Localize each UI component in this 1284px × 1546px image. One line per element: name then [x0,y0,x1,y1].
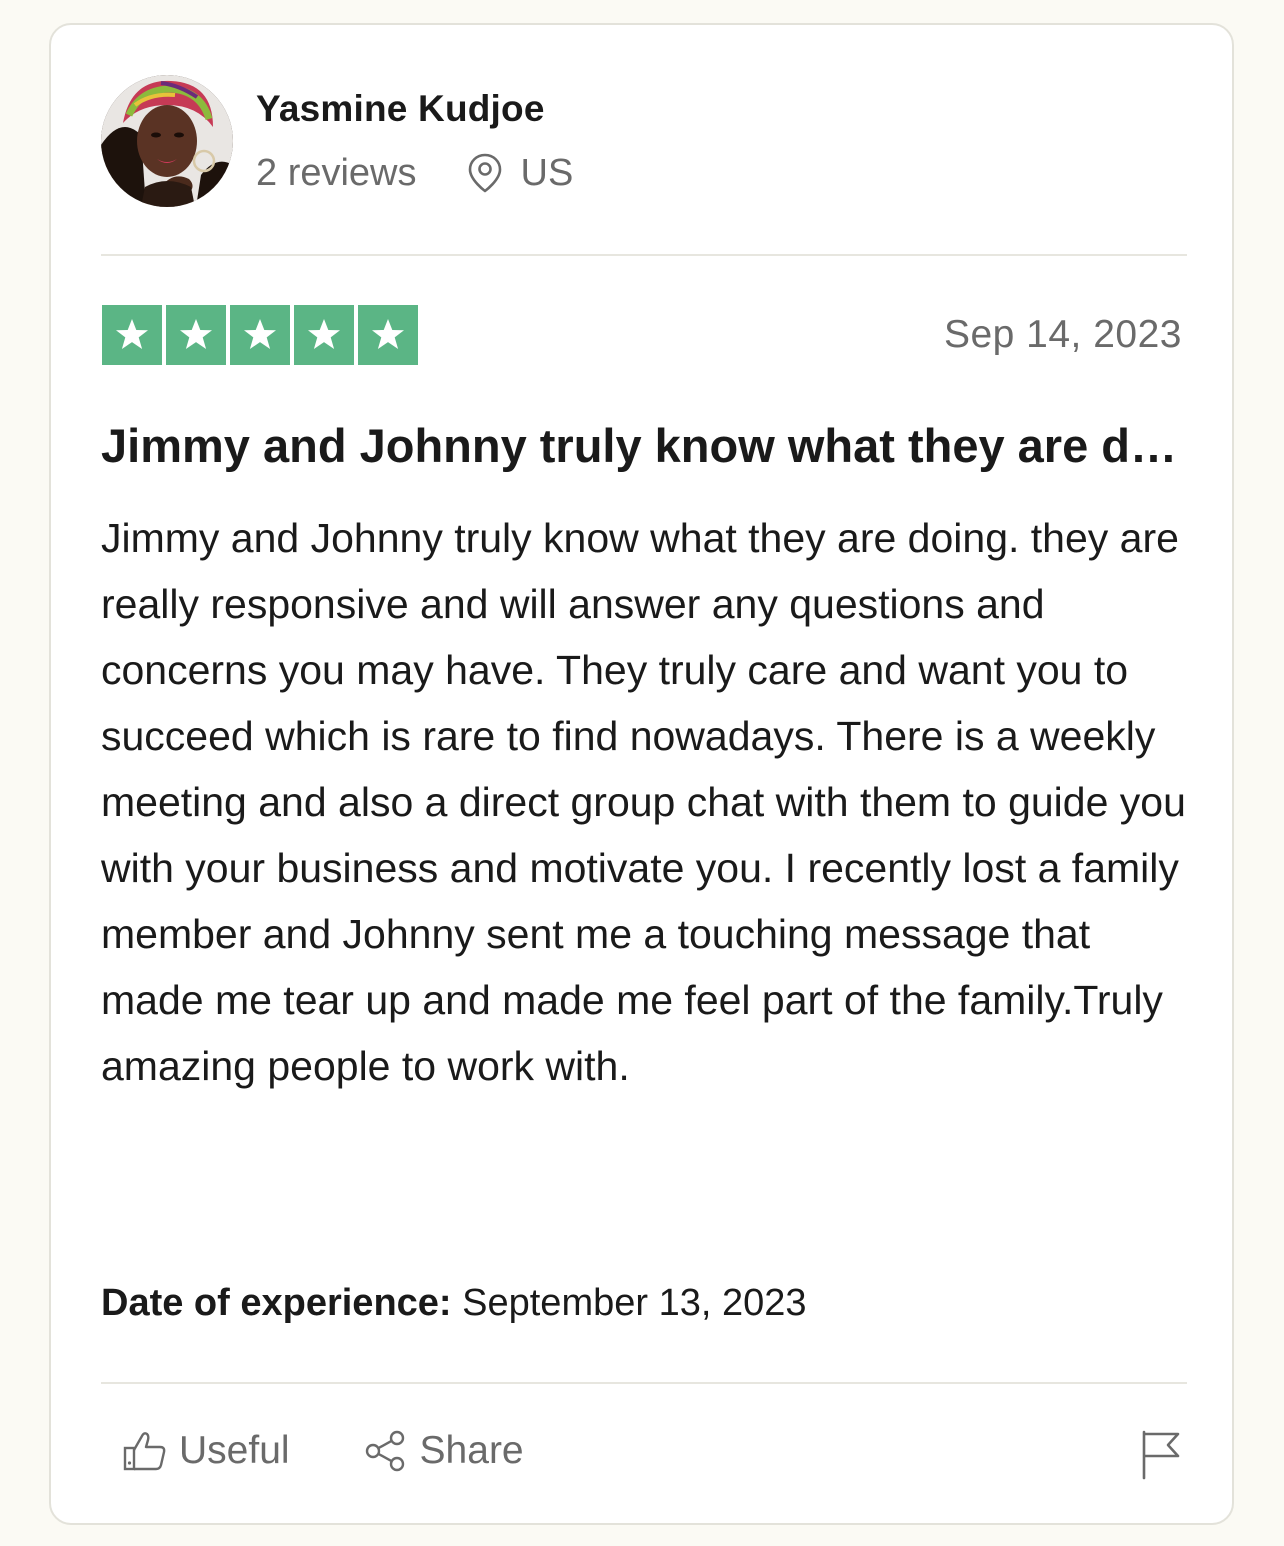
reviewer-location: US [520,152,574,194]
thumbs-up-icon [123,1430,167,1472]
review-actions: Useful Share [123,1428,524,1474]
experience-label: Date of experience: [101,1282,452,1324]
date-of-experience: Date of experience: September 13, 2023 [101,1279,807,1327]
review-body: Jimmy and Johnny truly know what they ar… [101,515,1186,1089]
share-label: Share [419,1429,524,1472]
reviewer-name[interactable]: Yasmine Kudjoe [256,87,573,131]
divider [101,254,1187,256]
location-pin-icon [467,153,503,193]
star-icon [230,305,290,365]
star-icon [294,305,354,365]
experience-date: September 13, 2023 [462,1282,807,1324]
reviewer-header: Yasmine Kudjoe 2 reviews US [101,75,573,207]
reviews-count: 2 reviews [256,152,417,194]
share-icon [364,1430,408,1472]
review-date: Sep 14, 2023 [943,313,1182,356]
useful-label: Useful [179,1429,290,1472]
star-icon [166,305,226,365]
useful-button[interactable]: Useful [123,1428,290,1474]
flag-icon[interactable] [1140,1430,1182,1485]
star-icon [358,305,418,365]
avatar[interactable] [101,75,233,207]
review-card: Yasmine Kudjoe 2 reviews US Sep 14, 2023… [49,23,1234,1525]
review-title[interactable]: Jimmy and Johnny truly know what they ar… [101,417,1191,475]
star-icon [102,305,162,365]
share-button[interactable]: Share [364,1428,524,1474]
star-rating [102,305,418,365]
divider [101,1382,1187,1384]
